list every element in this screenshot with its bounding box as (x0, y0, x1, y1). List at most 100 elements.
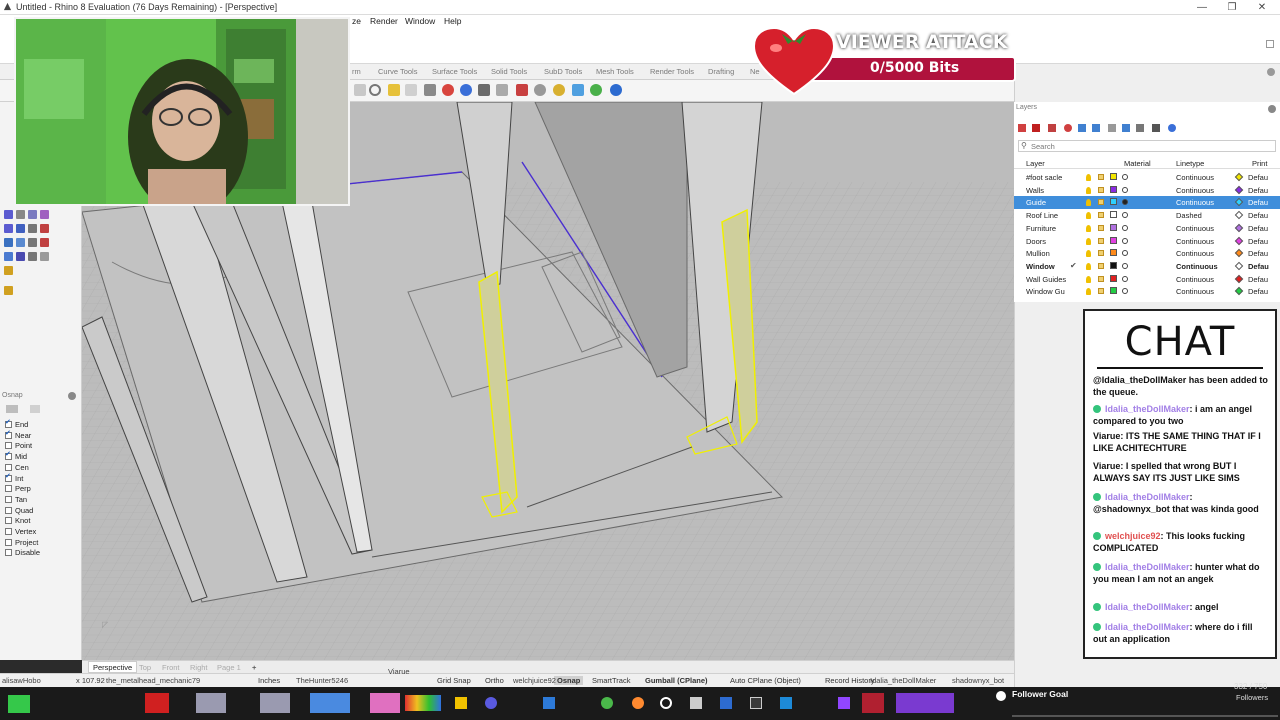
layer-row[interactable]: #foot sacle Continuous Defau (1014, 171, 1280, 184)
material-circle-icon[interactable] (1122, 275, 1128, 282)
osnap-option[interactable]: Disable (5, 548, 40, 558)
lock-icon[interactable] (1098, 237, 1104, 244)
gear-icon[interactable] (534, 84, 546, 96)
funnel-icon[interactable] (1122, 124, 1130, 132)
layer-color-swatch[interactable] (1110, 261, 1117, 269)
osnap-checkbox[interactable] (5, 442, 12, 450)
help-icon[interactable] (1168, 124, 1176, 132)
move-down-icon[interactable] (1092, 124, 1100, 132)
osnap-option[interactable]: Tan (5, 495, 27, 505)
osnap-checkbox[interactable] (5, 538, 12, 546)
menu-render[interactable]: Render (370, 16, 398, 26)
osnap-toggle[interactable]: Osnap (554, 676, 584, 685)
osnap-checkbox[interactable] (5, 528, 12, 535)
lock-icon[interactable] (1098, 224, 1104, 231)
grid-icon[interactable] (478, 84, 490, 96)
app-icon[interactable] (720, 697, 732, 709)
layer-color-swatch[interactable] (1110, 198, 1117, 206)
maximize-button[interactable]: ❐ (1218, 0, 1246, 15)
print-color-diamond-icon[interactable] (1234, 261, 1244, 271)
layer-row[interactable]: Mullion Continuous Defau (1014, 247, 1280, 260)
layer-row[interactable]: Roof Line Dashed Defau (1014, 209, 1280, 222)
visibility-bulb-icon[interactable] (1086, 288, 1091, 296)
visibility-bulb-icon[interactable] (1086, 174, 1091, 181)
visibility-bulb-icon[interactable] (1086, 262, 1091, 270)
osnap-checkbox[interactable] (5, 463, 12, 471)
gumball-toggle[interactable]: Gumball (CPlane) (645, 676, 708, 685)
tab-right[interactable]: Right (190, 663, 208, 672)
move-tool-icon[interactable] (28, 252, 37, 261)
lock-icon[interactable] (1098, 212, 1104, 219)
layer-print-width[interactable]: Defau (1248, 173, 1268, 182)
print-color-diamond-icon[interactable] (1234, 185, 1244, 194)
layer-color-swatch[interactable] (1110, 173, 1117, 180)
boolean-tool-icon[interactable] (40, 238, 49, 247)
tab-top[interactable]: Top (139, 663, 151, 672)
osnap-checkbox[interactable] (5, 450, 12, 461)
lock-icon[interactable] (1098, 275, 1104, 282)
firefox-icon[interactable] (632, 697, 644, 709)
app-icon[interactable] (690, 697, 702, 709)
layer-name[interactable]: Guide (1026, 198, 1046, 207)
light-icon[interactable] (553, 84, 565, 96)
polyline-tool-icon[interactable] (40, 210, 49, 219)
osnap-option[interactable]: Int (5, 472, 23, 484)
osnap-checkbox[interactable] (5, 485, 12, 493)
layer-print-width[interactable]: Defau (1248, 262, 1269, 271)
tab-transform[interactable]: rm (352, 67, 361, 76)
render-tool-icon[interactable] (4, 286, 13, 295)
record-history-toggle[interactable]: Record History (825, 676, 875, 685)
osnap-checkbox[interactable] (5, 495, 12, 503)
layer-row[interactable]: Walls Continuous Defau (1014, 184, 1280, 197)
visibility-bulb-icon[interactable] (1086, 237, 1091, 245)
snap-grid-icon[interactable] (496, 84, 508, 96)
visibility-bulb-icon[interactable] (1086, 212, 1091, 220)
discord-icon[interactable] (485, 697, 497, 709)
layer-linetype[interactable]: Continuous (1176, 173, 1214, 182)
obs-icon[interactable] (660, 697, 672, 709)
material-circle-icon[interactable] (1122, 237, 1128, 244)
osnap-checkbox[interactable] (5, 418, 12, 428)
column-linetype[interactable]: Linetype (1176, 159, 1204, 168)
layer-name[interactable]: Walls (1026, 186, 1044, 195)
visibility-bulb-icon[interactable] (1086, 275, 1091, 283)
visibility-bulb-icon[interactable] (1086, 224, 1091, 232)
filter-icon[interactable] (1064, 124, 1072, 132)
toolbar-icon[interactable] (354, 84, 366, 96)
osnap-mode-icon[interactable] (30, 405, 40, 413)
print-color-diamond-icon[interactable] (1234, 287, 1244, 296)
mesh-tool-icon[interactable] (4, 252, 13, 261)
menu-analyze[interactable]: ze (352, 16, 361, 26)
tab-subd-tools[interactable]: SubD Tools (544, 67, 582, 76)
osnap-settings-gear-icon[interactable] (68, 392, 76, 400)
layer-print-width[interactable]: Defau (1248, 198, 1268, 207)
ortho-toggle[interactable]: Ortho (485, 676, 504, 685)
chrome-icon[interactable] (601, 697, 613, 709)
menu-window[interactable]: Window (405, 16, 435, 26)
rhino-taskbar-icon[interactable] (750, 697, 762, 709)
move-out-icon[interactable] (1108, 124, 1116, 132)
render-sphere-icon[interactable] (442, 84, 454, 96)
layer-linetype[interactable]: Continuous (1176, 249, 1214, 258)
smarttrack-toggle[interactable]: SmartTrack (592, 676, 630, 685)
arc-tool-icon[interactable] (28, 224, 37, 233)
layer-name[interactable]: Mullion (1026, 249, 1050, 258)
column-print[interactable]: Print (1252, 159, 1267, 168)
visibility-bulb-icon[interactable] (1086, 199, 1091, 207)
layer-linetype[interactable]: Continuous (1176, 287, 1214, 296)
print-color-diamond-icon[interactable] (1234, 210, 1244, 220)
layer-name[interactable]: Wall Guides (1026, 275, 1066, 284)
column-layer[interactable]: Layer (1026, 159, 1045, 168)
zoom-extents-icon[interactable] (405, 84, 417, 96)
layer-color-swatch[interactable] (1110, 287, 1117, 295)
osnap-checkbox[interactable] (5, 517, 12, 525)
explorer-icon[interactable] (455, 697, 467, 709)
layers-search-field[interactable]: ⚲ Search (1018, 140, 1276, 152)
new-layer-icon[interactable] (1018, 124, 1026, 132)
grid-snap-toggle[interactable]: Grid Snap (437, 676, 471, 685)
point-tool-icon[interactable] (16, 210, 25, 219)
tab-front[interactable]: Front (162, 663, 180, 672)
layer-print-width[interactable]: Defau (1248, 287, 1268, 296)
osnap-option[interactable]: Mid (5, 450, 27, 462)
curve-tool-icon[interactable] (4, 224, 13, 233)
